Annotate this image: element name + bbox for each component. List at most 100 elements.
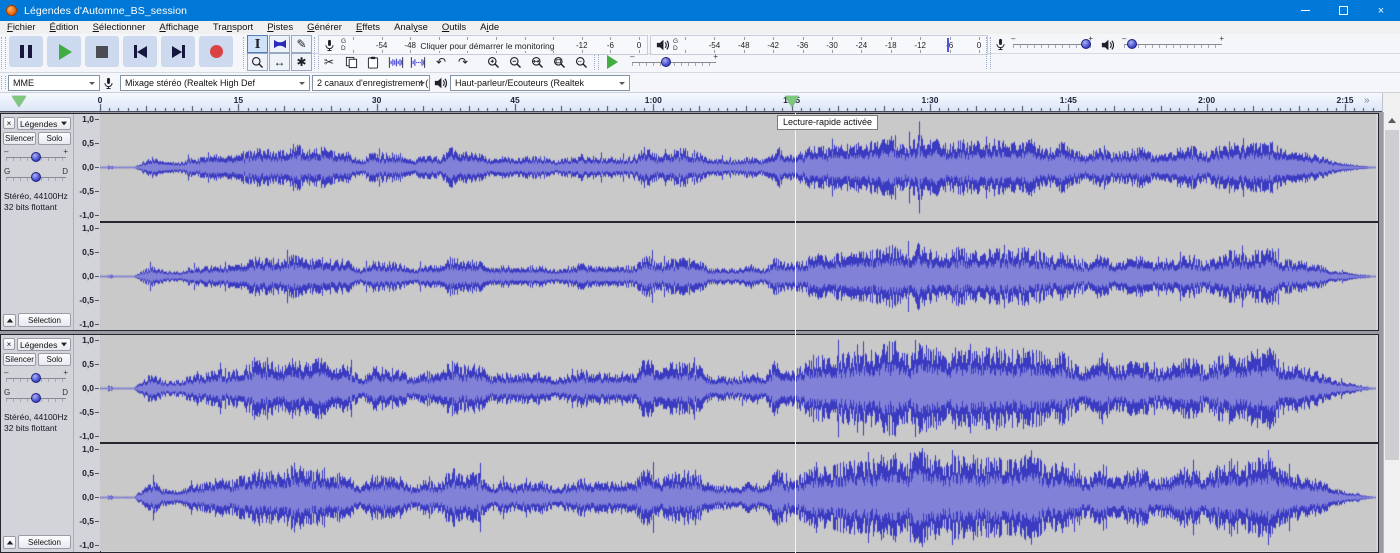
slider-thumb[interactable] [31,393,41,403]
menu-pistes[interactable]: Pistes [260,22,300,33]
vertical-ruler[interactable]: 1,00,50,0-0,5-1,01,00,50,0-0,5-1,0 [73,335,101,552]
timeline-ticks [0,93,1400,112]
mute-button[interactable]: Silencer [3,132,36,145]
pause-button[interactable] [9,36,43,67]
toolbar-grip[interactable] [986,37,991,69]
record-button[interactable] [199,36,233,67]
collapse-track-button[interactable] [3,314,16,327]
solo-button[interactable]: Solo [38,132,71,145]
selection-tool-button[interactable]: I [247,35,268,53]
track-close-button[interactable]: × [3,117,15,129]
waveform-channel-2[interactable] [100,444,1376,551]
solo-button[interactable]: Solo [38,353,71,366]
track-close-button[interactable]: × [3,338,15,350]
play-button[interactable] [47,36,81,67]
collapse-track-button[interactable] [3,536,16,549]
slider-ticks [1124,45,1222,48]
close-button[interactable]: × [1362,0,1400,21]
minimize-button[interactable] [1286,0,1324,21]
quick-play-pin-icon[interactable] [12,96,26,107]
pause-icon [20,45,32,58]
scrollbar-thumb[interactable] [1385,130,1399,460]
track-name-label: Légendes d' [20,340,60,350]
meter-monitor-message[interactable]: Cliquer pour démarrer le monitoring [416,41,558,51]
slider-thumb[interactable] [1081,39,1091,49]
cut-button[interactable]: ✂ [319,53,339,71]
zoom-selection-button[interactable] [527,53,547,71]
pan-slider[interactable]: GD [6,168,66,186]
menu-outils[interactable]: Outils [435,22,473,33]
menu-generer[interactable]: Générer [300,22,349,33]
zoom-tool-button[interactable] [247,53,268,71]
timeshift-tool-button[interactable]: ↔ [269,53,290,71]
menu-effets[interactable]: Effets [349,22,387,33]
vertical-scrollbar[interactable] [1383,112,1400,553]
vertical-ruler[interactable]: 1,00,50,0-0,5-1,01,00,50,0-0,5-1,0 [73,114,101,330]
menu-transport[interactable]: Transport [206,22,260,33]
menu-selectionner[interactable]: Sélectionner [86,22,153,33]
scrollbar-up-button[interactable] [1384,112,1400,128]
record-volume-slider[interactable]: –+ [1013,35,1091,53]
zoom-out-button[interactable] [505,53,525,71]
undo-button[interactable]: ↶ [431,53,451,71]
redo-button[interactable]: ↷ [453,53,473,71]
selection-button[interactable]: Sélection [18,313,71,327]
play-at-speed-button[interactable] [600,54,622,70]
track-bitdepth-label: 32 bits flottant [4,202,57,212]
slider-thumb[interactable] [1127,39,1137,49]
host-select[interactable]: MME [8,75,100,91]
play-speed-slider[interactable]: –+ [632,53,716,71]
waveform-channel-1[interactable] [100,335,1376,442]
slider-thumb[interactable] [31,152,41,162]
quick-play-marker-icon[interactable] [785,96,799,107]
menu-analyse[interactable]: Analyse [387,22,435,33]
timeline-ruler[interactable]: 01530451:001:151:301:452:002:15» [0,93,1400,112]
copy-button[interactable] [341,53,361,71]
recording-meter[interactable]: GD-54-48-12-60Cliquer pour démarrer le m… [318,35,648,55]
restore-button[interactable] [1324,0,1362,21]
gain-slider[interactable]: –+ [6,148,66,166]
paste-button[interactable] [363,53,383,71]
menu-edition[interactable]: Édition [43,22,86,33]
zoom-fit-button[interactable] [549,53,569,71]
menu-affichage[interactable]: Affichage [152,22,205,33]
envelope-tool-button[interactable] [269,35,290,53]
gain-slider[interactable]: –+ [6,369,66,387]
ruler-value-label: -1,0 [79,540,94,550]
meter-scale-label: -54 [709,41,721,50]
zoom-in-button[interactable] [483,53,503,71]
ruler-tick [95,167,99,168]
zoom-toggle-button[interactable] [571,53,591,71]
toolbar-grip[interactable] [1,76,6,89]
input-device-select[interactable]: Mixage stéréo (Realtek High Def [120,75,310,91]
slider-thumb[interactable] [31,172,41,182]
input-channels-select[interactable]: 2 canaux d'enregistrement ( [312,75,430,91]
meter-tick [467,37,468,40]
menu-fichier[interactable]: Fichier [0,22,43,33]
output-device-select[interactable]: Haut-parleur/Ecouteurs (Realtek [450,75,630,91]
mute-button[interactable]: Silencer [3,353,36,366]
menu-aide[interactable]: Aide [473,22,506,33]
selection-button[interactable]: Sélection [18,535,71,549]
silence-button[interactable] [408,53,428,71]
restore-icon [1339,6,1348,15]
trim-button[interactable] [386,53,406,71]
meter-scale-label: -48 [738,41,750,50]
track-name-button[interactable]: Légendes d' [17,117,71,130]
slider-thumb[interactable] [661,57,671,67]
draw-tool-button[interactable]: ✎ [291,35,312,53]
pan-slider[interactable]: GD [6,389,66,407]
toolbar-grip[interactable] [594,55,599,70]
skip-start-button[interactable] [123,36,157,67]
playback-volume-slider[interactable]: –+ [1124,35,1222,53]
collapse-arrow-icon [6,319,12,323]
waveform-channel-1[interactable] [100,114,1376,221]
slider-thumb[interactable] [31,373,41,383]
track-name-button[interactable]: Légendes d' [17,338,71,351]
skip-end-button[interactable] [161,36,195,67]
stop-button[interactable] [85,36,119,67]
waveform-channel-2[interactable] [100,223,1376,330]
playback-meter[interactable]: GD-54-48-42-36-30-24-18-12-60 [650,35,988,55]
multi-tool-button[interactable]: ✱ [291,53,312,71]
toolbar-grip[interactable] [1,37,6,69]
